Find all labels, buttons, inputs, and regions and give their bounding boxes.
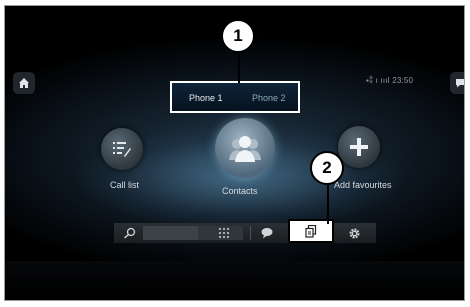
toolbar-divider bbox=[250, 226, 251, 240]
add-favourites-button[interactable] bbox=[338, 126, 380, 168]
device-frame: ▪⁑ ı ıııl 23:50 Phone 1 Phone 2 Call lis… bbox=[4, 5, 465, 301]
clock: 23:50 bbox=[392, 76, 414, 85]
call-list-button[interactable] bbox=[101, 128, 143, 170]
chat-icon[interactable] bbox=[261, 227, 273, 239]
home-button[interactable] bbox=[13, 72, 35, 94]
recent-calls-icon bbox=[305, 225, 317, 238]
signal-indicators: ▪⁑ ı ıııl bbox=[366, 76, 390, 85]
search-icon[interactable] bbox=[123, 227, 136, 239]
add-favourites-label: Add favourites bbox=[334, 180, 392, 190]
contacts-icon bbox=[229, 136, 261, 162]
bottom-band bbox=[5, 261, 464, 300]
contacts-button[interactable] bbox=[215, 118, 275, 178]
home-icon bbox=[19, 78, 29, 88]
messages-button[interactable] bbox=[450, 72, 464, 94]
search-field[interactable] bbox=[143, 226, 198, 240]
callout-1-line bbox=[238, 52, 240, 83]
callout-2-line bbox=[327, 184, 329, 224]
plus-icon bbox=[350, 138, 368, 156]
call-list-icon bbox=[113, 142, 131, 157]
phone-selector: Phone 1 Phone 2 bbox=[170, 81, 300, 113]
tab-phone-1[interactable]: Phone 1 bbox=[189, 93, 223, 103]
tab-phone-2[interactable]: Phone 2 bbox=[252, 93, 286, 103]
bottom-toolbar bbox=[114, 219, 376, 243]
keypad-icon[interactable] bbox=[218, 227, 230, 239]
status-bar: ▪⁑ ı ıııl 23:50 bbox=[366, 76, 413, 85]
call-list-label: Call list bbox=[110, 180, 140, 190]
message-icon bbox=[456, 79, 464, 88]
callout-1: 1 bbox=[221, 19, 255, 53]
contacts-label: Contacts bbox=[222, 186, 258, 196]
callout-2: 2 bbox=[310, 151, 344, 185]
gear-icon[interactable] bbox=[348, 227, 361, 240]
